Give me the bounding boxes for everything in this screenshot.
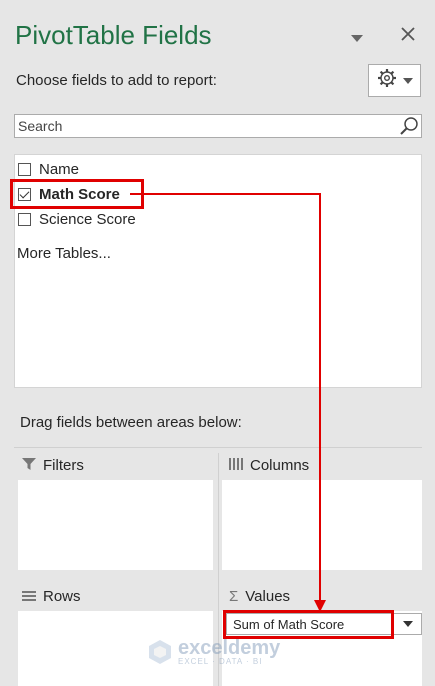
filters-label: Filters xyxy=(43,457,84,474)
watermark-logo: exceldemy EXCEL · DATA · BI xyxy=(146,638,280,666)
checkbox-name[interactable] xyxy=(18,162,31,176)
columns-area-header: Columns xyxy=(229,457,309,474)
pane-title: PivotTable Fields xyxy=(15,20,212,50)
values-area-header: Σ Values xyxy=(229,588,290,605)
more-tables-link[interactable]: More Tables... xyxy=(17,245,111,262)
sigma-icon: Σ xyxy=(229,588,239,605)
filters-drop-area[interactable] xyxy=(18,480,213,570)
rows-area-header: Rows xyxy=(22,588,81,605)
columns-drop-area[interactable] xyxy=(222,480,422,570)
drag-instructions: Drag fields between areas below: xyxy=(20,414,242,431)
field-label: Name xyxy=(39,160,80,178)
columns-label: Columns xyxy=(250,457,310,474)
field-item-name[interactable]: Name xyxy=(18,159,79,179)
filters-area-header: Filters xyxy=(22,457,84,474)
gear-icon xyxy=(377,68,397,93)
rows-label: Rows xyxy=(43,588,81,605)
chevron-down-icon xyxy=(402,72,413,90)
filter-icon xyxy=(22,457,36,474)
watermark-name: exceldemy xyxy=(178,636,281,659)
close-icon[interactable] xyxy=(401,27,415,46)
watermark-icon xyxy=(149,640,171,664)
field-item-science-score[interactable]: Science Score xyxy=(18,209,136,229)
task-pane-options-icon[interactable] xyxy=(351,30,363,48)
rows-icon xyxy=(22,588,36,605)
tools-button[interactable] xyxy=(368,64,421,97)
highlight-sum-of-math-score xyxy=(223,610,394,639)
chevron-down-icon[interactable] xyxy=(395,614,421,634)
search-placeholder: Search xyxy=(18,118,63,134)
field-label: Science Score xyxy=(39,210,136,228)
search-input[interactable]: Search xyxy=(14,114,422,138)
checkbox-science-score[interactable] xyxy=(18,212,31,226)
area-divider xyxy=(14,447,422,448)
search-icon[interactable] xyxy=(399,116,419,141)
choose-fields-label: Choose fields to add to report: xyxy=(16,72,217,89)
values-label: Values xyxy=(245,588,291,605)
highlight-math-score xyxy=(10,179,144,209)
columns-icon xyxy=(229,457,243,474)
